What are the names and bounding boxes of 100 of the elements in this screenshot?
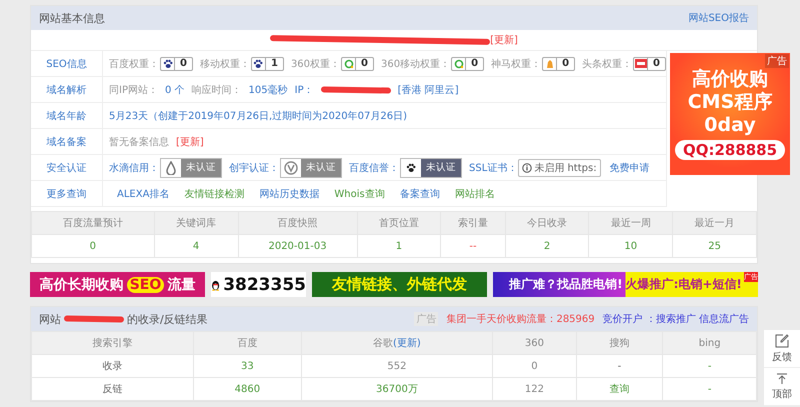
weight-badge: 1 xyxy=(250,56,284,70)
table-cell: 25 xyxy=(672,234,756,258)
panel-title: 的收录/反链结果 xyxy=(127,312,208,326)
column-header: 百度 xyxy=(194,332,302,354)
cert-label: SSL证书： xyxy=(469,162,518,174)
weight-badge: 0 xyxy=(160,56,193,70)
ad-contact: QQ:288885 xyxy=(674,140,786,160)
weight-badge: 0 xyxy=(451,56,484,70)
cert-badge: 未认证 xyxy=(400,158,462,178)
cert-label: 创宇认证： xyxy=(229,162,279,174)
column-header: 搜索引擎 xyxy=(32,332,194,354)
table-cell: - xyxy=(662,354,756,378)
column-header: 360 xyxy=(492,332,576,354)
query-link[interactable]: 友情链接检测 xyxy=(184,186,244,200)
ad-tag: 广告 xyxy=(765,54,789,68)
table-cell: - xyxy=(662,378,756,400)
table-cell: 552 xyxy=(301,354,493,378)
info-icon xyxy=(522,162,532,172)
query-link[interactable]: Whois查询 xyxy=(334,186,385,200)
ad-banner[interactable]: 3823355 xyxy=(211,272,306,297)
arrow-up-icon xyxy=(776,372,788,384)
column-header: 关键词库 xyxy=(154,212,238,234)
table-cell: 33 xyxy=(194,354,302,378)
table-cell: 36700万 xyxy=(301,378,493,400)
paw-icon xyxy=(162,58,172,68)
query-link[interactable]: 网站历史数据 xyxy=(259,186,320,200)
weight-label: 百度权重： xyxy=(109,58,159,70)
ad-link[interactable]: 竞价开户 ：搜索推广 信息流广告 xyxy=(602,312,749,326)
cert-label: 水滴信用： xyxy=(109,162,159,174)
weight-badge: 0 xyxy=(341,56,374,70)
cert-badge: 未认证 xyxy=(160,158,222,178)
table-cell: 4 xyxy=(154,234,238,258)
weight-label: 神马权重： xyxy=(491,58,542,70)
paw-icon xyxy=(253,58,264,68)
column-header: 今日收录 xyxy=(505,212,589,234)
update-link[interactable]: (更新) xyxy=(393,338,421,349)
edit-icon xyxy=(775,334,789,348)
ad-tag: 广告 xyxy=(414,312,438,326)
info-value: 105毫秒 xyxy=(248,84,288,96)
ad-banner[interactable]: 友情链接、外链代发 xyxy=(312,272,487,297)
ssl-status: 未启用 https: xyxy=(518,158,601,176)
ad-text: 0day xyxy=(704,114,756,136)
table-cell: 4860 xyxy=(194,378,302,400)
table-cell: 0 xyxy=(32,234,154,258)
redaction-mark xyxy=(64,315,124,323)
column-header: 搜狗 xyxy=(576,332,663,354)
ring-icon xyxy=(344,58,354,68)
v-badge-icon xyxy=(284,160,298,174)
column-header: 首页位置 xyxy=(357,212,441,234)
table-cell: 收录 xyxy=(32,354,194,378)
column-header: 最近一周 xyxy=(588,212,673,234)
row-label: 域名备案 xyxy=(31,129,103,154)
column-header: bing xyxy=(662,332,756,354)
table-cell: 2 xyxy=(505,234,589,258)
weight-badge: 0 xyxy=(633,56,666,70)
column-header: 百度流量预计 xyxy=(32,212,154,234)
row-label: SEO信息 xyxy=(31,51,103,76)
table-cell: -- xyxy=(440,234,506,258)
redaction-mark xyxy=(320,86,391,94)
seo-report-link[interactable]: 网站SEO报告 xyxy=(688,11,749,25)
ring-icon xyxy=(454,58,464,68)
ad-text: CMS程序 xyxy=(688,92,772,112)
info-label: 同IP网站： xyxy=(109,84,158,96)
info-label: 暂无备案信息 xyxy=(109,136,169,148)
table-cell: 1 xyxy=(357,234,441,258)
row-label: 域名年龄 xyxy=(31,103,103,128)
table-cell: 122 xyxy=(492,378,576,400)
weight-label: 360权重： xyxy=(290,58,340,70)
query-link[interactable]: 备案查询 xyxy=(400,186,440,200)
cert-label: 百度信誉： xyxy=(349,162,399,174)
panel-title: 网站 xyxy=(39,312,61,326)
table-cell: 2020-01-03 xyxy=(238,234,358,258)
update-link[interactable]: [更新] xyxy=(176,134,204,148)
ad-banner[interactable]: 高价长期收购 SEO 流量 xyxy=(30,272,205,297)
column-header: 最近一月 xyxy=(672,212,756,234)
info-value: 0 个 xyxy=(164,84,185,96)
column-header: 百度快照 xyxy=(238,212,358,234)
ad-link[interactable]: 集团一手天价收购流量：285969 xyxy=(446,312,595,326)
table-cell: - xyxy=(576,354,663,378)
table-cell: 10 xyxy=(588,234,673,258)
panel-title: 网站基本信息 xyxy=(39,10,105,26)
update-link[interactable]: [更新] xyxy=(490,33,518,47)
info-value: 5月23天（创建于2019年07月26日,过期时间为2020年07月26日) xyxy=(109,110,407,122)
row-label: 安全认证 xyxy=(31,155,103,180)
ad-banner[interactable]: 广告 高价收购 CMS程序 0day QQ:288885 xyxy=(670,53,790,175)
row-label: 域名解析 xyxy=(31,77,103,102)
weight-label: 360移动权重： xyxy=(381,58,450,70)
table-cell: 反链 xyxy=(32,378,194,400)
row-label: 更多查询 xyxy=(31,181,103,206)
column-header: 谷歌(更新) xyxy=(301,332,493,354)
column-header: 索引量 xyxy=(440,212,506,234)
query-link[interactable]: ALEXA排名 xyxy=(117,186,170,200)
table-cell: 查询 xyxy=(576,378,663,400)
info-value: [香港 阿里云] xyxy=(398,84,459,96)
weight-label: 头条权重： xyxy=(582,58,632,70)
info-label: 响应时间： xyxy=(192,84,242,96)
ad-text: 高价收购 xyxy=(692,68,768,90)
query-link[interactable]: 网站排名 xyxy=(454,186,495,200)
cert-badge: 未认证 xyxy=(280,158,342,178)
apply-link[interactable]: 免费申请 xyxy=(610,160,650,174)
